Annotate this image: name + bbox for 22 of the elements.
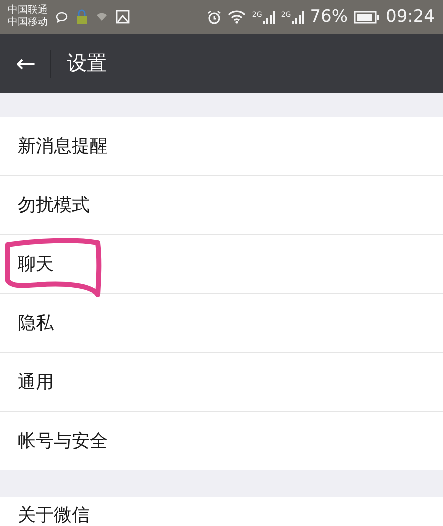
settings-item[interactable]: 通用 <box>18 370 54 394</box>
toolbar-title: 设置 <box>67 50 108 77</box>
settings-item[interactable]: 帐号与安全 <box>18 429 108 453</box>
settings-item[interactable]: 聊天 <box>18 252 54 276</box>
battery-icon <box>354 10 380 24</box>
wifi-icon <box>228 10 246 24</box>
lock-icon <box>76 9 88 25</box>
carrier-name: 中国联通 <box>8 5 48 16</box>
clock-time: 09:24 <box>386 7 435 27</box>
settings-item[interactable]: 隐私 <box>18 311 54 335</box>
settings-item[interactable]: 新消息提醒 <box>18 134 108 158</box>
carrier-name: 中国移动 <box>8 17 48 29</box>
signal-bars-icon <box>292 10 304 24</box>
alarm-clock-icon <box>207 10 222 24</box>
battery-percent: 76% <box>310 7 348 27</box>
settings-item[interactable]: 关于微信 <box>18 503 90 526</box>
image-icon <box>116 10 130 24</box>
signal-bars-icon <box>263 10 276 24</box>
settings-item[interactable]: 勿扰模式 <box>18 193 90 217</box>
chat-bubble-icon <box>56 12 68 22</box>
back-button[interactable]: ← <box>0 34 50 93</box>
wifi-icon <box>96 12 108 22</box>
